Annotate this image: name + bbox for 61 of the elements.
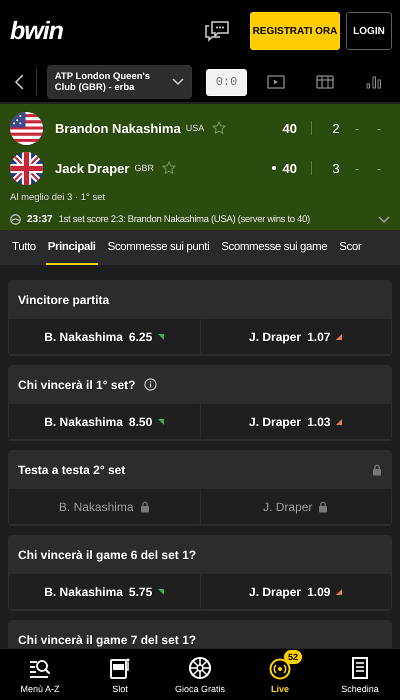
- star-icon[interactable]: [162, 161, 176, 175]
- lock-icon: [140, 500, 150, 512]
- market-title: Vincitore partita: [18, 292, 110, 306]
- market-title: Testa a testa 2° set: [18, 462, 126, 476]
- grid-icon: [316, 75, 334, 89]
- player-country: GBR: [134, 163, 154, 173]
- score-tab[interactable]: 0:0: [206, 68, 247, 96]
- set-score: -: [376, 160, 382, 176]
- set-score: -: [354, 160, 360, 176]
- chat-icon[interactable]: [204, 20, 230, 42]
- event-text: 1st set score 2:3: Brandon Nakashima (USA) (server wins to 40): [58, 214, 311, 225]
- nav-tab[interactable]: Slot: [80, 649, 160, 700]
- market-tab[interactable]: Scommesse sui punti: [106, 230, 212, 265]
- odds-button[interactable]: J. Draper 1.07: [200, 319, 391, 354]
- info-icon[interactable]: [144, 378, 157, 391]
- stats-icon: [364, 75, 382, 89]
- player-country: USA: [186, 123, 204, 133]
- set-score: -: [376, 120, 382, 136]
- odds-button[interactable]: J. Draper: [200, 489, 391, 524]
- market-title: Chi vincerà il game 6 del set 1?: [18, 548, 196, 562]
- register-button[interactable]: REGISTRATI ORA: [250, 12, 340, 50]
- video-icon: [266, 75, 284, 89]
- market-tab[interactable]: Scor: [337, 230, 364, 265]
- nav-tab[interactable]: Gioca Gratis: [160, 649, 240, 700]
- set-score: 2: [331, 120, 341, 136]
- logo[interactable]: bwin: [8, 16, 198, 46]
- wheel-icon: [188, 656, 212, 680]
- event-time: 23:37: [27, 214, 53, 225]
- nav-tab[interactable]: Live 52: [240, 649, 320, 700]
- points-score: 40: [282, 120, 297, 136]
- flag-icon: [10, 112, 43, 144]
- player-name: Jack Draper: [55, 160, 130, 176]
- market-tab[interactable]: Tutto: [10, 230, 38, 265]
- count-badge: 52: [284, 650, 302, 664]
- odds-button[interactable]: J. Draper 1.09: [200, 574, 391, 609]
- player-name: Brandon Nakashima: [55, 120, 181, 136]
- odds-button[interactable]: B. Nakashima 8.50: [9, 404, 200, 439]
- market-title: Chi vincerà il 1° set?: [18, 378, 136, 392]
- match-format: Al meglio dei 3 · 1° set: [10, 192, 106, 205]
- ball-icon: [10, 214, 21, 225]
- chevron-down-icon[interactable]: [378, 216, 390, 224]
- set-score: -: [354, 120, 360, 136]
- market-tab[interactable]: Principali: [46, 230, 98, 265]
- odds-button[interactable]: B. Nakashima 5.75: [9, 574, 200, 609]
- odds-button[interactable]: B. Nakashima 6.25: [9, 319, 200, 354]
- chevron-down-icon: [172, 78, 184, 86]
- nav-tab[interactable]: Schedina: [320, 649, 400, 700]
- star-icon[interactable]: [212, 121, 226, 135]
- points-score: 40: [282, 160, 297, 176]
- lock-icon: [318, 500, 328, 512]
- slot-machine-icon: [108, 656, 132, 680]
- set-score: 3: [331, 160, 341, 176]
- odds-button[interactable]: B. Nakashima: [9, 489, 200, 524]
- nav-tab[interactable]: Menù A-Z: [0, 649, 80, 700]
- back-icon[interactable]: [14, 74, 26, 90]
- odds-button[interactable]: J. Draper 1.03: [200, 404, 391, 439]
- market-tab[interactable]: Scommesse sui game: [219, 230, 330, 265]
- flag-icon: [10, 152, 43, 184]
- market-title: Chi vincerà il game 7 del set 1?: [18, 632, 196, 646]
- login-button[interactable]: LOGIN: [346, 12, 392, 50]
- competition-dropdown[interactable]: ATP London Queen's Club (GBR) - erba: [46, 65, 192, 99]
